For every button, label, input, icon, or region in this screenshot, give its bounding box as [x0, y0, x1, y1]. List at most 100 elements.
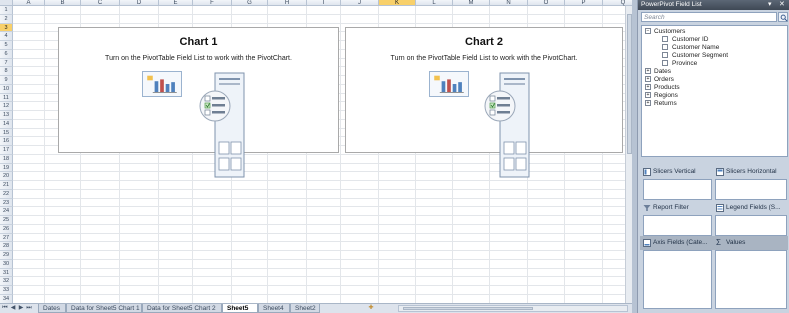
row-header-3[interactable]: 3 — [0, 23, 13, 33]
table-dates[interactable]: + Dates — [645, 68, 671, 76]
row-header-2[interactable]: 2 — [0, 14, 13, 24]
row-header-8[interactable]: 8 — [0, 67, 13, 76]
row-header-33[interactable]: 33 — [0, 286, 13, 295]
row-header-26[interactable]: 26 — [0, 224, 13, 234]
column-header-c[interactable]: C — [81, 0, 120, 6]
column-header-d[interactable]: D — [120, 0, 159, 6]
dropdown-icon[interactable]: ▾ — [768, 0, 772, 10]
vertical-scrollbar[interactable] — [625, 6, 632, 303]
search-button[interactable] — [778, 12, 788, 22]
worksheet[interactable]: ABCDEFGHIJKLMNOPQ 1 2 3 4 5 6 7 8 9 10 11 12 13 14 15 1… — [0, 0, 632, 313]
horizontal-scroll-thumb[interactable] — [403, 307, 533, 310]
column-header-g[interactable]: G — [232, 0, 268, 6]
row-header-18[interactable]: 18 — [0, 154, 13, 164]
slicers-vertical-dropzone[interactable] — [643, 179, 712, 200]
sheet-tab-sheet2[interactable]: Sheet2 — [290, 304, 320, 313]
pivot-chart-1[interactable]: Chart 1 Turn on the PivotTable Field Lis… — [58, 27, 339, 178]
column-header-e[interactable]: E — [159, 0, 193, 6]
column-header-k[interactable]: K — [379, 0, 416, 6]
values-dropzone[interactable] — [715, 250, 787, 309]
field-tree[interactable]: − Customers Customer ID Customer Name Cus… — [641, 25, 788, 157]
row-header-7[interactable]: 7 — [0, 58, 13, 68]
checkbox[interactable] — [662, 44, 668, 51]
next-sheet-icon[interactable]: ▶ — [18, 305, 24, 312]
search-input[interactable]: Search — [641, 12, 777, 22]
row-header-11[interactable]: 11 — [0, 93, 13, 103]
expand-icon[interactable]: + — [645, 92, 651, 99]
column-header-n[interactable]: N — [490, 0, 528, 6]
row-header-5[interactable]: 5 — [0, 41, 13, 50]
prev-sheet-icon[interactable]: ◀ — [10, 305, 16, 312]
chart-1-message: Turn on the PivotTable Field List to wor… — [105, 55, 292, 62]
row-header-27[interactable]: 27 — [0, 233, 13, 243]
row-header-30[interactable]: 30 — [0, 259, 13, 269]
expand-icon[interactable]: + — [645, 76, 651, 83]
close-icon[interactable]: ✕ — [779, 0, 785, 10]
insert-sheet-icon[interactable]: ✚ — [366, 305, 376, 312]
field-province[interactable]: Province — [662, 60, 697, 68]
checkbox[interactable] — [662, 52, 668, 59]
column-header-o[interactable]: O — [528, 0, 565, 6]
row-header-31[interactable]: 31 — [0, 268, 13, 278]
field-customer-name[interactable]: Customer Name — [662, 44, 719, 52]
legend-fields-dropzone[interactable] — [715, 215, 787, 236]
sheet-tab-sheet5[interactable]: Sheet5 — [222, 304, 258, 313]
search-icon — [780, 14, 787, 21]
row-header-15[interactable]: 15 — [0, 128, 13, 138]
row-header-19[interactable]: 19 — [0, 163, 13, 173]
column-header-h[interactable]: H — [268, 0, 307, 6]
expand-icon[interactable]: + — [645, 84, 651, 91]
row-header-25[interactable]: 25 — [0, 216, 13, 225]
table-products[interactable]: + Products — [645, 84, 680, 92]
sheet-tab-sheet4[interactable]: Sheet4 — [258, 304, 290, 313]
axis-fields-dropzone[interactable] — [643, 250, 712, 309]
column-header-p[interactable]: P — [565, 0, 603, 6]
table-regions[interactable]: + Regions — [645, 92, 678, 100]
table-customers[interactable]: − Customers — [645, 28, 685, 36]
filter-icon — [643, 205, 651, 211]
row-header-21[interactable]: 21 — [0, 181, 13, 190]
column-header-b[interactable]: B — [45, 0, 81, 6]
column-header-m[interactable]: M — [453, 0, 490, 6]
report-filter-dropzone[interactable] — [643, 215, 712, 236]
row-header-29[interactable]: 29 — [0, 251, 13, 260]
row-header-23[interactable]: 23 — [0, 198, 13, 208]
column-header-a[interactable]: A — [13, 0, 45, 6]
row-header-22[interactable]: 22 — [0, 189, 13, 199]
slicers-horizontal-dropzone[interactable] — [715, 179, 787, 200]
sheet-tab-data-for-sheet5-chart-1[interactable]: Data for Sheet5 Chart 1 — [66, 304, 142, 313]
checkbox[interactable] — [662, 36, 668, 43]
table-orders[interactable]: + Orders — [645, 76, 674, 84]
row-header-4[interactable]: 4 — [0, 32, 13, 41]
row-header-6[interactable]: 6 — [0, 49, 13, 59]
last-sheet-icon[interactable]: ⏭ — [26, 305, 32, 312]
pivot-chart-2[interactable]: Chart 2 Turn on the PivotTable Field Lis… — [345, 27, 623, 178]
field-customer-segment[interactable]: Customer Segment — [662, 52, 728, 60]
row-header-9[interactable]: 9 — [0, 76, 13, 85]
row-header-28[interactable]: 28 — [0, 242, 13, 251]
sheet-tab-data-for-sheet5-chart-2[interactable]: Data for Sheet5 Chart 2 — [142, 304, 222, 313]
sheet-tab-dates[interactable]: Dates — [38, 304, 66, 313]
collapse-icon[interactable]: − — [645, 28, 651, 35]
table-returns[interactable]: + Returns — [645, 100, 677, 108]
column-header-j[interactable]: J — [341, 0, 379, 6]
row-header-20[interactable]: 20 — [0, 172, 13, 181]
row-header-16[interactable]: 16 — [0, 137, 13, 146]
first-sheet-icon[interactable]: ⏮ — [2, 305, 8, 312]
row-header-12[interactable]: 12 — [0, 102, 13, 111]
row-header-24[interactable]: 24 — [0, 207, 13, 216]
checkbox[interactable] — [662, 60, 668, 67]
row-header-1[interactable]: 1 — [0, 6, 13, 15]
row-header-13[interactable]: 13 — [0, 111, 13, 120]
horizontal-scrollbar[interactable] — [398, 305, 628, 312]
row-header-10[interactable]: 10 — [0, 84, 13, 94]
row-header-32[interactable]: 32 — [0, 277, 13, 286]
column-header-i[interactable]: I — [307, 0, 341, 6]
expand-icon[interactable]: + — [645, 68, 651, 75]
column-header-f[interactable]: F — [193, 0, 232, 6]
expand-icon[interactable]: + — [645, 100, 651, 107]
row-header-17[interactable]: 17 — [0, 146, 13, 155]
column-header-l[interactable]: L — [416, 0, 453, 6]
field-customer-id[interactable]: Customer ID — [662, 36, 708, 44]
row-header-14[interactable]: 14 — [0, 119, 13, 129]
